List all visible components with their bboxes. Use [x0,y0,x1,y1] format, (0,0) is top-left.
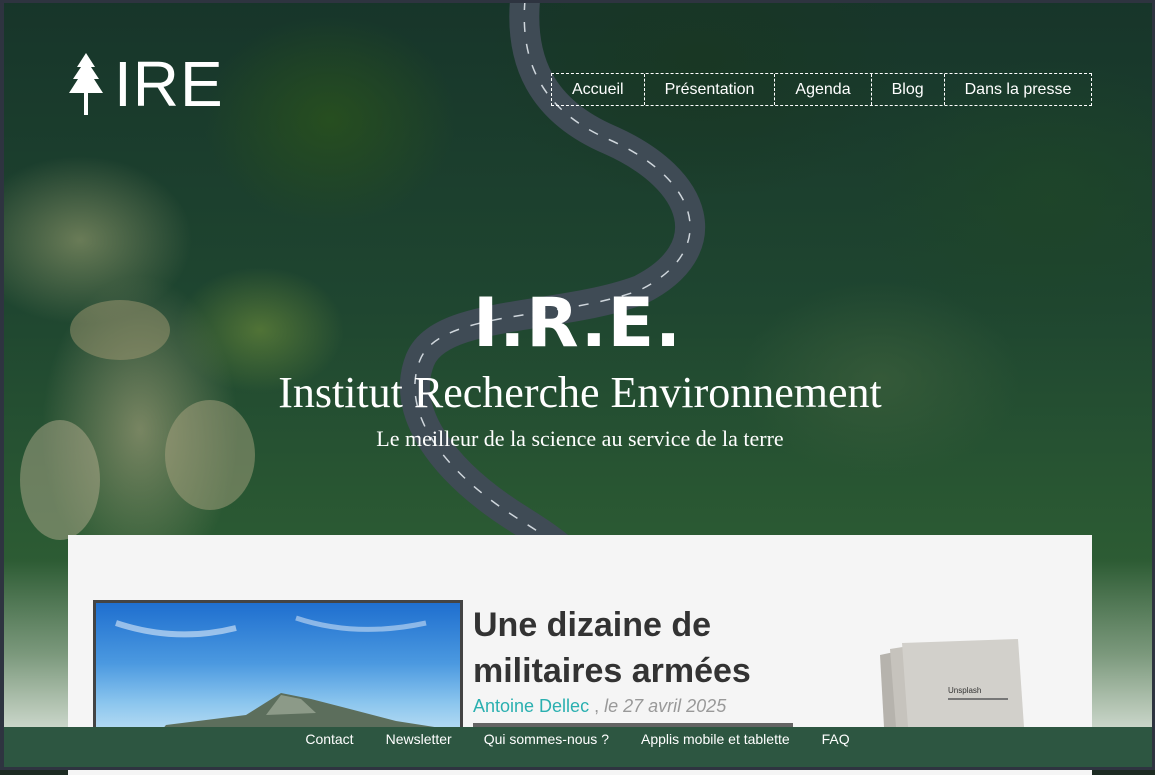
article-meta: Antoine Dellec , le 27 avril 2025 [473,695,726,717]
footer-link-newsletter[interactable]: Newsletter [370,727,468,770]
nav-item-presse[interactable]: Dans la presse [945,74,1092,105]
site-logo[interactable]: IRE [68,52,224,116]
article-date: le 27 avril 2025 [604,696,727,716]
hero-subtitle: Institut Recherche Environnement [278,368,882,417]
footer-link-about[interactable]: Qui sommes-nous ? [468,727,625,770]
book-image: Unsplash [880,639,1024,727]
footer-link-apps[interactable]: Applis mobile et tablette [625,727,806,770]
main-nav: Accueil Présentation Agenda Blog Dans la… [551,73,1093,106]
meta-separator: , [594,696,600,716]
logo-text: IRE [114,48,224,120]
nav-item-blog[interactable]: Blog [872,74,945,105]
footer-link-contact[interactable]: Contact [289,727,369,770]
book-label: Unsplash [948,686,981,695]
article-image[interactable] [93,600,463,740]
nav-item-accueil[interactable]: Accueil [552,74,645,105]
article-author[interactable]: Antoine Dellec [473,696,589,716]
footer-link-faq[interactable]: FAQ [806,727,866,770]
nav-item-agenda[interactable]: Agenda [775,74,872,105]
mountain-image [115,615,460,737]
tree-icon [69,53,103,115]
article-title[interactable]: Une dizaine de militaires armées [473,602,833,694]
nav-item-presentation[interactable]: Présentation [645,74,776,105]
hero-title: I.R.E. [473,284,682,363]
hero-tagline: Le meilleur de la science au service de … [376,426,784,451]
footer-bar: Contact Newsletter Qui sommes-nous ? App… [0,727,1155,770]
